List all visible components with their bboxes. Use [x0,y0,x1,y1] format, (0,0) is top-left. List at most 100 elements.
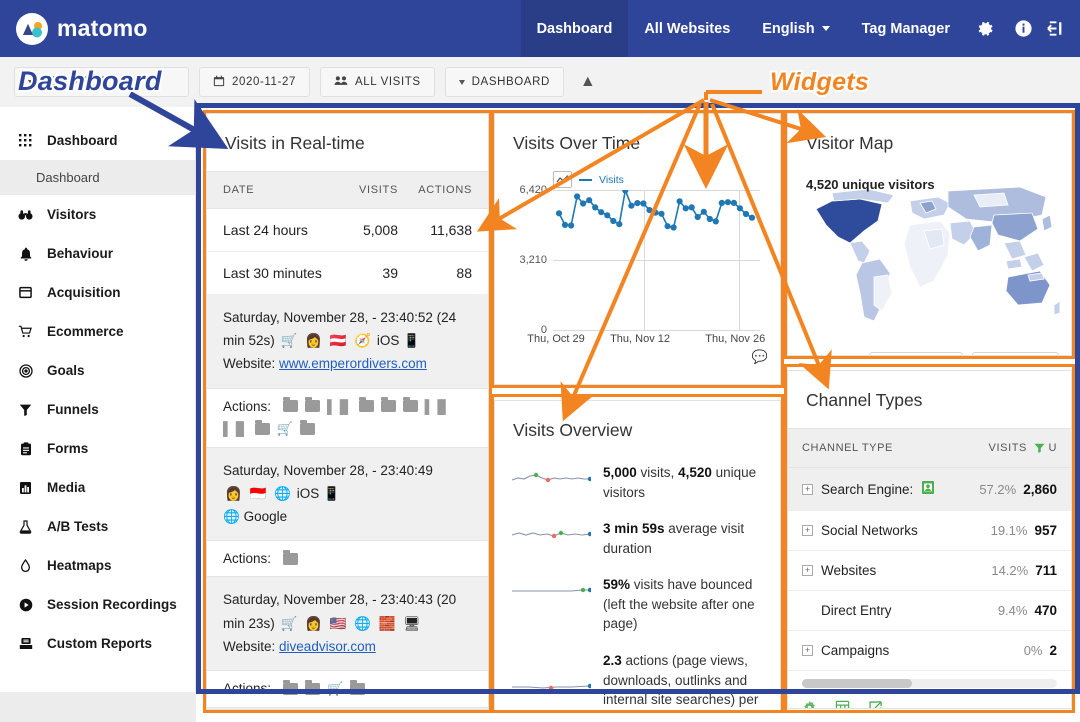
table-row[interactable]: + Search Engine: 57.2% 2,860 [788,468,1071,511]
metric-mid: visits, [637,465,678,480]
sign-in-icon[interactable] [1042,0,1080,57]
actions-label: Actions: [223,551,271,566]
flask-icon [17,520,34,534]
dashboard-column-3: Visitor Map 4,520 unique visitors [787,113,1072,709]
expand-icon[interactable]: + [802,525,813,536]
annotation-icon[interactable]: 💬 [752,349,768,365]
sidebar-item-dashboard[interactable]: Dashboard [0,121,195,160]
visit-entry[interactable]: Saturday, November 28, - 23:40:52 (24 mi… [207,295,488,389]
chart-plot-area[interactable]: 03,2106,420Thu, Oct 29Thu, Nov 12Thu, No… [553,190,760,330]
folder-icon[interactable] [350,683,365,695]
sidebar-item-goals[interactable]: Goals [0,351,195,390]
nav-tag-manager[interactable]: Tag Manager [846,0,966,57]
expand-icon[interactable]: + [802,565,813,576]
visit-entry[interactable]: Saturday, November 28, - 23:40:49 👩 🇮🇩 🌐… [207,448,488,542]
folder-icon[interactable] [255,423,270,435]
table-row[interactable]: Direct Entry 9.4% 470 [788,591,1071,631]
sidebar-item-behaviour[interactable]: Behaviour [0,234,195,273]
nav-dashboard-label: Dashboard [537,21,613,37]
visit-entry[interactable]: Saturday, November 28, - 23:40:43 (5 min… [207,708,488,710]
horizontal-scrollbar[interactable] [802,679,1057,688]
info-icon[interactable] [1004,0,1042,57]
cart-disabled-icon[interactable]: 🛒 [277,421,293,437]
visitor-icon: 👩 [225,486,242,501]
nav-all-websites[interactable]: All Websites [628,0,746,57]
export-icon[interactable] [868,700,883,709]
visits-over-time-chart: Visits 03,2106,420Thu, Oct 29Thu, Nov 12… [495,171,780,371]
wave-icon[interactable]: ▌▐▌ [223,421,248,436]
folder-icon[interactable] [305,400,320,412]
sparkline-icon [511,463,591,490]
sidebar-item-session-recordings[interactable]: Session Recordings [0,585,195,624]
channel-percent: 9.4% [998,603,1028,618]
metric-value: 3 min 59s [603,521,665,536]
expand-icon[interactable]: + [802,645,813,656]
scrollbar-thumb[interactable] [802,679,912,688]
table-row[interactable]: + Campaigns 0% 2 [788,631,1071,671]
channel-table-scroll[interactable] [788,671,1071,694]
sparkline-icon [511,651,591,698]
visit-entry[interactable]: Saturday, November 28, - 23:40:43 (20 mi… [207,577,488,671]
table-row[interactable]: Last 30 minutes 39 88 [207,252,488,295]
folder-icon[interactable] [283,400,298,412]
gear-icon[interactable] [966,0,1004,57]
widget-title: Visits in Real-time [207,114,488,171]
channel-name-cell: + Websites [802,563,991,578]
overview-metric[interactable]: 59% visits have bounced (left the websit… [495,570,780,646]
folder-icon[interactable] [403,400,418,412]
world-map[interactable]: 4,520 unique visitors [788,171,1071,346]
sidebar-item-acquisition[interactable]: Acquisition [0,273,195,312]
folder-icon[interactable] [283,553,298,565]
folder-icon[interactable] [381,400,396,412]
sidebar-subitem-dashboard[interactable]: Dashboard [0,160,195,195]
funnel-filter-icon [1034,443,1045,453]
nav-language-selector[interactable]: English [746,0,845,57]
sidebar-item-custom-reports[interactable]: Custom Reports [0,624,195,663]
visit-time: Saturday, November 28, - 23:40:49 [223,463,433,478]
sidebar-item-visitors[interactable]: Visitors [0,195,195,234]
channel-percent: 0% [1024,643,1043,658]
sidebar-item-funnels[interactable]: Funnels [0,390,195,429]
cart-disabled-icon[interactable]: 🛒 [327,681,343,697]
widget-footer-icons [788,694,1071,709]
segment-selector[interactable]: ALL VISITS [320,67,435,97]
matomo-logo[interactable]: matomo [0,13,148,45]
visit-website-link[interactable]: diveadvisor.com [279,639,376,654]
overview-metric[interactable]: 2.3 actions (page views, downloads, outl… [495,646,780,711]
gear-icon[interactable] [802,700,817,709]
sidebar-item-forms[interactable]: Forms [0,429,195,468]
table-row[interactable]: Last 24 hours 5,008 11,638 [207,209,488,252]
sidebar-item-heatmaps[interactable]: Heatmaps [0,546,195,585]
site-selector[interactable]: DEMO SITE [14,67,189,97]
sidebar-item-media[interactable]: Media [0,468,195,507]
folder-icon[interactable] [300,423,315,435]
map-region-select[interactable]: World-Wide [869,352,963,356]
dashboard-selector[interactable]: DASHBOARD [445,67,564,97]
sidebar-item-heatmaps-label: Heatmaps [47,558,112,573]
map-metric-select[interactable]: Unique visito [972,352,1059,356]
chart-thumbnail-icon[interactable] [553,171,572,188]
table-icon[interactable] [835,700,850,709]
date-selector[interactable]: 2020-11-27 [199,67,310,97]
google-icon: 🌐 [223,509,240,524]
collapse-toolbar-button[interactable]: ▲ [574,73,602,91]
folder-icon[interactable] [283,683,298,695]
overview-metric[interactable]: 5,000 visits, 4,520 unique visitors [495,458,780,514]
flag-austria-icon: 🇦🇹 [330,333,347,348]
visit-website-link[interactable]: www.emperordivers.com [279,356,427,371]
droplet-icon [17,559,34,573]
nav-dashboard[interactable]: Dashboard [521,0,629,57]
overview-metric[interactable]: 3 min 59s average visit duration [495,514,780,570]
folder-icon[interactable] [359,400,374,412]
map-caption: 4,520 unique visitors [806,177,935,192]
table-row[interactable]: + Websites 14.2% 711 [788,551,1071,591]
sidebar-item-ecommerce[interactable]: Ecommerce [0,312,195,351]
table-row[interactable]: + Social Networks 19.1% 957 [788,511,1071,551]
wave-icon[interactable]: ▌▐▌ [327,399,352,414]
expand-icon[interactable]: + [802,484,813,495]
sidebar-item-ab-tests[interactable]: A/B Tests [0,507,195,546]
wave-icon[interactable]: ▌▐▌ [425,399,450,414]
chart-x-tick-label: Thu, Oct 29 [527,333,584,345]
folder-icon[interactable] [305,683,320,695]
column-header-visits: VISITS [332,184,398,196]
